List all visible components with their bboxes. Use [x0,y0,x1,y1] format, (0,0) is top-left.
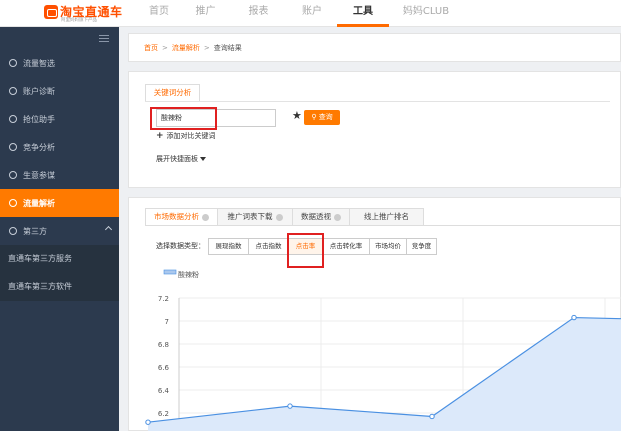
click-rate-chart: 7.2 7 6.8 6.6 6.4 6.2 酸辣粉 [145,269,621,431]
logo-icon [44,5,58,19]
tab-market-data[interactable]: 市场数据分析 [145,208,218,226]
breadcrumb-section[interactable]: 流量解析 [172,44,200,52]
nav-item-account[interactable]: 账户 [287,0,337,27]
sidebar-item-label: 第三方 [23,226,47,236]
sidebar-item-traffic-select[interactable]: 流量智选 [0,49,119,77]
sidebar-subitem-software[interactable]: 直通车第三方软件 [0,273,119,301]
sidebar-item-label: 抢位助手 [23,114,55,124]
query-button[interactable]: ⚲ 查询 [304,110,340,125]
y-tick-label: 6.6 [158,364,170,372]
sidebar-item-rank-assistant[interactable]: 抢位助手 [0,105,119,133]
plus-icon: + [156,131,164,141]
add-compare-label: 添加对比关键词 [166,132,216,140]
third-party-icon [9,227,17,235]
sidebar-item-business-advisor[interactable]: 生意参谋 [0,161,119,189]
bar-chart-icon [9,143,17,151]
nav-item-promote[interactable]: 推广 [181,0,230,27]
data-type-conversion-rate[interactable]: 点击转化率 [322,238,370,255]
top-nav: 首页 推广 报表 账户 工具 妈妈CLUB [137,0,463,27]
tab-online-ranking[interactable]: 线上推广排名 [349,208,424,226]
compass-icon [9,59,17,67]
sidebar-item-traffic-analysis[interactable]: 流量解析 [0,189,119,217]
data-type-avg-price[interactable]: 市场均价 [369,238,407,255]
data-point[interactable] [429,413,435,420]
tab-keyword-analysis[interactable]: 关键词分析 [145,84,200,101]
tab-label: 数据透视 [301,212,331,221]
y-tick-label: 7.2 [158,295,169,303]
nav-item-home[interactable]: 首页 [137,0,181,27]
nav-item-report[interactable]: 报表 [230,0,287,27]
breadcrumb: 首页 > 流量解析 > 查询结果 [144,43,242,53]
tab-data-pivot[interactable]: 数据透视 [292,208,350,226]
sidebar-item-label: 账户诊断 [23,86,55,96]
breadcrumb-home[interactable]: 首页 [144,44,158,52]
y-tick-label: 7 [165,318,169,326]
help-icon[interactable] [202,213,209,221]
data-type-click-index[interactable]: 点击指数 [248,238,289,255]
data-type-selector: 展现指数 点击指数 点击率 点击转化率 市场均价 竞争度 [208,238,437,255]
data-point[interactable] [145,419,151,425]
expand-label: 展开快捷面板 [156,155,198,163]
y-tick-label: 6.4 [158,387,170,395]
menu-collapse-icon[interactable] [99,35,109,43]
tab-divider [145,101,610,102]
sidebar-item-label: 流量智选 [23,58,55,68]
y-tick-label: 6.8 [158,341,169,349]
sidebar: 流量智选 账户诊断 抢位助手 竞争分析 生意参谋 流量解析 第三方 直通车第三方… [0,27,119,431]
sidebar-subitem-service[interactable]: 直通车第三方服务 [0,245,119,273]
keyword-input[interactable] [156,109,276,127]
breadcrumb-current: 查询结果 [213,44,242,52]
tab-divider [145,225,621,226]
data-type-label: 选择数据类型： [156,242,205,250]
expand-quick-panel-toggle[interactable]: 展开快捷面板 [156,154,206,164]
sidebar-item-account-diagnosis[interactable]: 账户诊断 [0,77,119,105]
legend-label: 酸辣粉 [178,270,199,279]
data-type-ctr[interactable]: 点击率 [288,238,323,255]
advisor-icon [9,171,17,179]
y-tick-label: 6.2 [158,410,169,418]
sidebar-item-label: 流量解析 [23,198,55,208]
legend-swatch [163,269,177,275]
nav-item-mama-club[interactable]: 妈妈CLUB [389,0,463,27]
query-button-label: 查询 [318,113,333,121]
caret-down-icon [200,157,206,161]
search-icon: ⚲ [311,113,317,121]
breadcrumb-panel: 首页 > 流量解析 > 查询结果 [128,33,621,62]
star-icon[interactable]: ★ [292,109,302,122]
keyword-panel: 关键词分析 ★ ⚲ 查询 +添加对比关键词 展开快捷面板 [128,71,621,188]
breadcrumb-separator: > [203,44,210,52]
tab-keyword-download[interactable]: 推广词表下载 [217,208,293,226]
top-bar: 淘宝直通车 阿里妈妈旗下产品 首页 推广 报表 账户 工具 妈妈CLUB [0,0,621,27]
help-icon[interactable] [334,213,341,221]
data-type-impression-index[interactable]: 展现指数 [208,238,249,255]
analysis-icon [9,199,17,207]
tab-label: 市场数据分析 [154,212,199,221]
nav-item-tools[interactable]: 工具 [337,0,389,27]
target-icon [9,115,17,123]
tab-label: 线上推广排名 [364,212,409,221]
diagnose-icon [9,87,17,95]
data-point[interactable] [571,314,577,321]
help-icon[interactable] [275,213,283,221]
data-point[interactable] [287,403,293,409]
sidebar-item-competition[interactable]: 竞争分析 [0,133,119,161]
add-compare-keyword-link[interactable]: + 添加对比关键词 [156,131,216,141]
app-logo[interactable]: 淘宝直通车 阿里妈妈旗下产品 [44,3,134,25]
chevron-up-icon [104,225,113,234]
tab-label: 推广词表下载 [227,212,273,221]
sidebar-item-label: 竞争分析 [23,142,55,152]
sidebar-item-label: 生意参谋 [23,170,55,180]
data-type-competition[interactable]: 竞争度 [406,238,437,255]
market-tabs: 市场数据分析 推广词表下载 数据透视 线上推广排名 [145,208,424,226]
breadcrumb-separator: > [162,44,168,52]
logo-subtitle: 阿里妈妈旗下产品 [61,18,97,23]
sidebar-item-third-party[interactable]: 第三方 [0,217,119,245]
